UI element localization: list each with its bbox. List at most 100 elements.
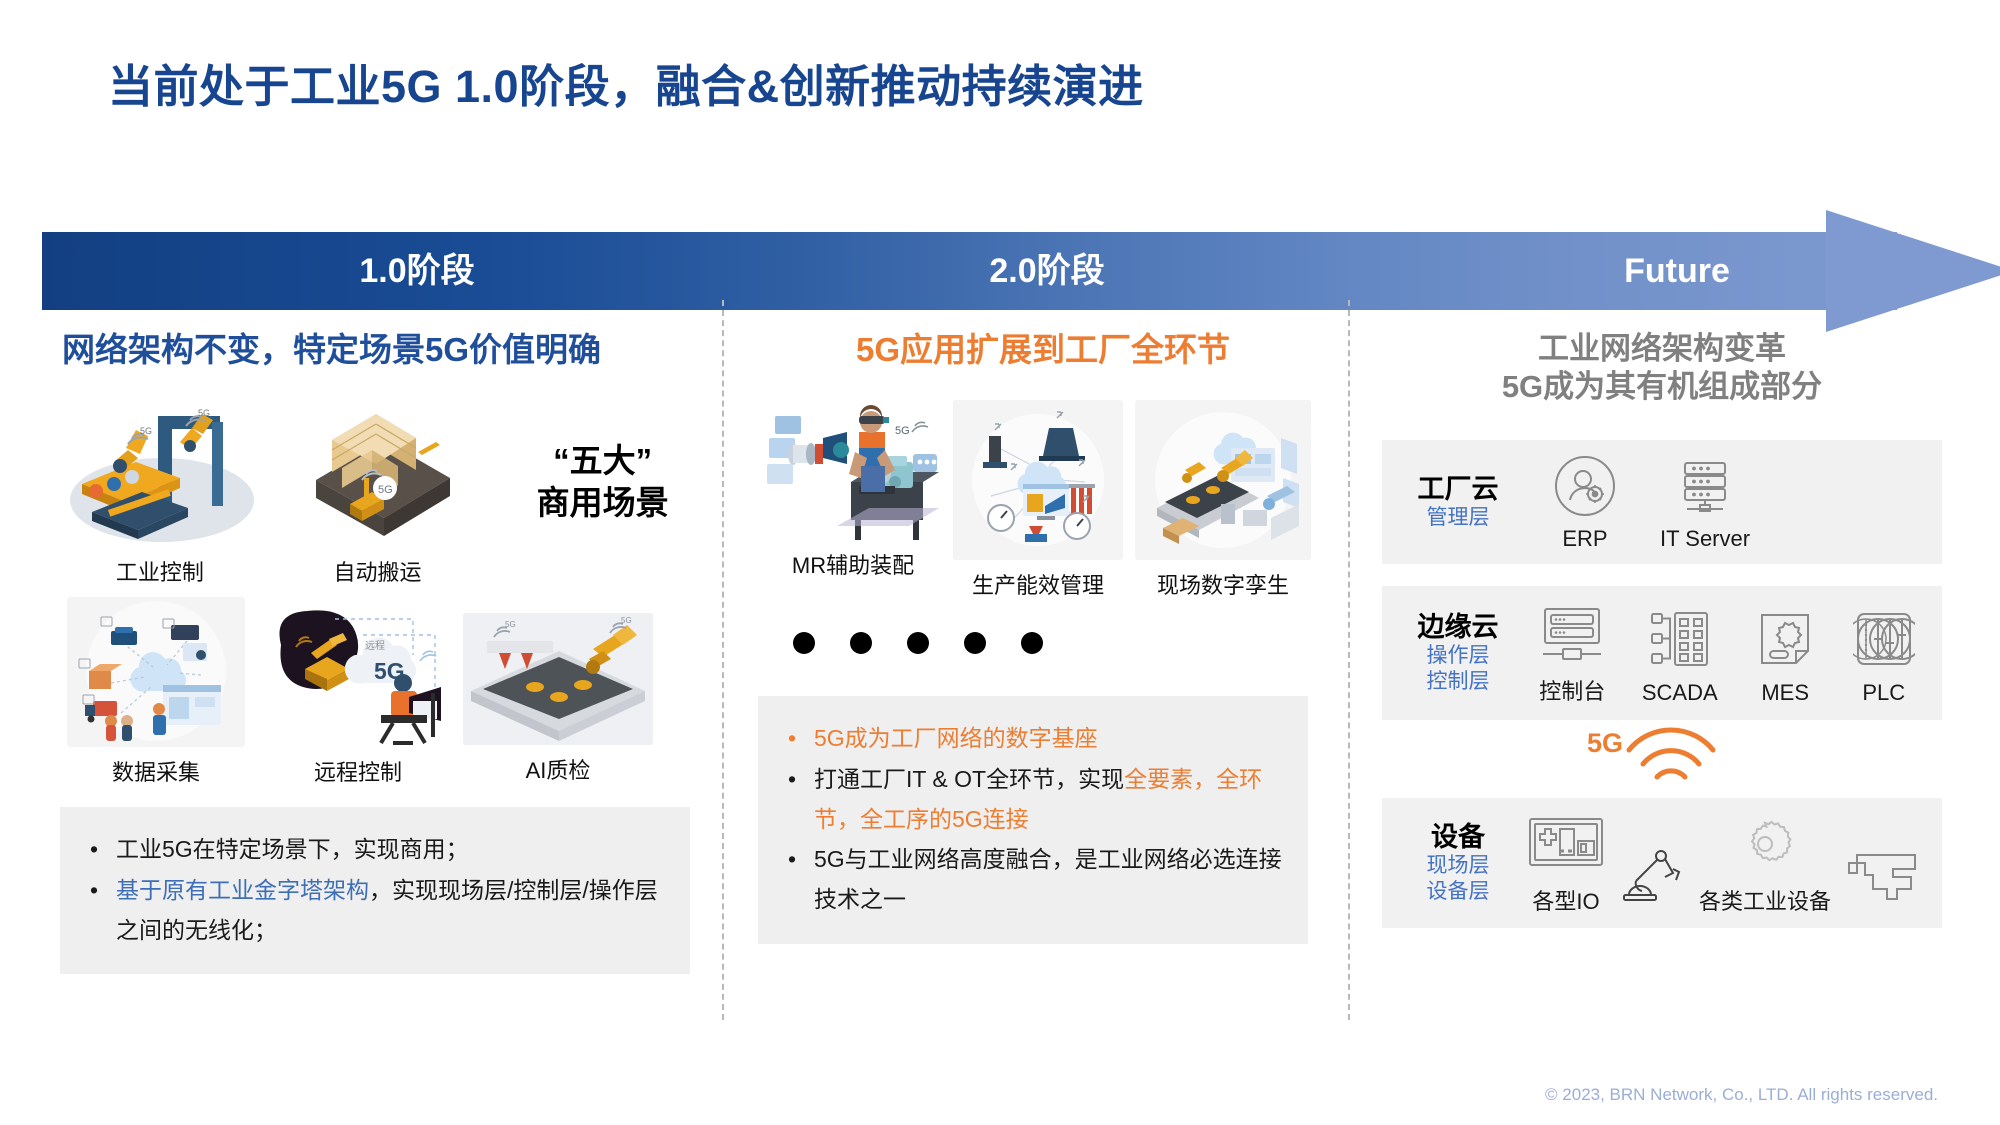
arch-item-label: ERP	[1562, 525, 1608, 551]
production-efficiency-art	[953, 400, 1123, 561]
5g-label: 5G	[1587, 727, 1624, 758]
column-separator-1	[722, 300, 724, 1020]
arch-item[interactable]: PLC	[1852, 606, 1915, 706]
scenario-tile[interactable]: 数据采集	[60, 597, 252, 787]
page-title: 当前处于工业5G 1.0阶段，融合&创新推动持续演进	[108, 61, 1144, 112]
scenario-tile[interactable]: 5G 5G AI质检	[460, 597, 656, 785]
progress-dots	[793, 632, 1328, 655]
layer-sublabel: 现场层	[1426, 854, 1490, 878]
scenario-caption: AI质检	[525, 758, 591, 784]
arch-item-label: 控制台	[1539, 678, 1606, 704]
bullet-item: • 5G成为工厂网络的数字基座	[776, 718, 1282, 758]
layer-name: 设备	[1431, 821, 1485, 852]
svg-text:5G: 5G	[140, 426, 152, 436]
arch-item[interactable]: 各类工业设备	[1699, 810, 1831, 916]
bullet-text-highlight: 基于原有工业金字塔架构	[116, 876, 369, 903]
plc-slider-icon	[1852, 606, 1915, 674]
arch-item[interactable]	[1619, 842, 1685, 916]
layer-label-group: 工厂云 管理层	[1404, 473, 1512, 531]
arch-item[interactable]: ERP	[1554, 452, 1616, 552]
scenario-caption: 工业控制	[115, 560, 204, 586]
data-collection-cloud-art	[67, 597, 245, 748]
svg-text:5G: 5G	[895, 425, 910, 437]
column-1-bullets: • 工业5G在特定场景下，实现商用； • 基于原有工业金字塔架构，实现现场层/控…	[60, 807, 690, 974]
scenario-caption: 数据采集	[111, 760, 200, 786]
svg-text:远程: 远程	[365, 640, 385, 652]
scenario-tile[interactable]: 5G 自动搬运	[278, 392, 478, 587]
architecture-layer-factory-cloud[interactable]: 工厂云 管理层 ERP IT Server	[1382, 439, 1942, 564]
scenario-caption: 远程控制	[313, 760, 402, 786]
remote-control-excavator-art: 5G 远程	[263, 597, 453, 747]
scenario-caption: MR辅助装配	[791, 553, 915, 579]
bullet-item: • 5G与工业网络高度融合，是工业网络必选连接技术之一	[776, 839, 1282, 920]
arch-item[interactable]: MES	[1754, 606, 1816, 706]
bullet-marker: •	[90, 876, 99, 903]
bullet-text-highlight: 5G成为工厂网络的数字基座	[814, 725, 1098, 752]
layer-sublabel: 管理层	[1426, 506, 1490, 530]
arch-item[interactable]	[1845, 842, 1923, 916]
wifi-signal-icon	[1623, 724, 1719, 788]
mr-assisted-assembly-art: 5G	[763, 400, 943, 541]
column-stage-2: 5G应用扩展到工厂全环节 5G MR辅助装配 生产能效管理 现场数字孪生 • 5…	[758, 330, 1328, 944]
timeline-stage-future[interactable]: Future	[1532, 232, 1822, 310]
bullet-text: 打通工厂IT & OT全环节，实现	[814, 765, 1125, 792]
scenario-tile[interactable]: 现场数字孪生	[1128, 400, 1318, 600]
progress-dot	[850, 632, 872, 655]
scenario-tile[interactable]: 5G 远程 远程控制	[260, 597, 456, 787]
svg-text:5G: 5G	[621, 616, 632, 625]
bullet-marker: •	[90, 836, 99, 863]
5g-connector: 5G	[1382, 720, 1942, 796]
column-1-heading: 网络架构不变，特定场景5G价值明确	[62, 331, 602, 368]
arch-item[interactable]: 控制台	[1539, 600, 1605, 706]
industrial-camera-icon	[1845, 842, 1923, 910]
timeline-stage-1[interactable]: 1.0阶段	[272, 232, 562, 310]
progress-dot	[793, 632, 815, 655]
robot-assembly-line-art: 5G 5G	[62, 392, 258, 547]
bullet-marker: •	[788, 725, 797, 752]
bullet-marker: •	[788, 765, 797, 792]
column-stage-1: 网络架构不变，特定场景5G价值明确 5G 5G 工业控制 5G 自动搬运 “五大…	[60, 330, 710, 974]
column-stage-future: 工业网络架构变革 5G成为其有机组成部分 工厂云 管理层 ERP IT Serv…	[1382, 330, 1942, 928]
column-3-heading: 工业网络架构变革 5G成为其有机组成部分	[1382, 330, 1942, 406]
scenario-caption: 自动搬运	[333, 560, 422, 586]
arch-item[interactable]: 各型IO	[1527, 810, 1605, 916]
digital-twin-art	[1135, 400, 1311, 561]
architecture-layer-edge-cloud[interactable]: 边缘云 操作层 控制层 控制台 SCADA MES PLC	[1382, 585, 1942, 720]
scenario-caption: 生产能效管理	[971, 573, 1104, 599]
scenario-tile[interactable]: 5G MR辅助装配	[758, 400, 948, 580]
scenario-caption: 现场数字孪生	[1156, 573, 1289, 599]
svg-text:5G: 5G	[378, 484, 393, 496]
architecture-layer-device[interactable]: 设备 现场层 设备层 各型IO 各类工业设备	[1382, 797, 1942, 928]
arch-item-label: SCADA	[1641, 679, 1718, 705]
server-rack-icon	[1660, 452, 1750, 520]
arch-item[interactable]: IT Server	[1660, 452, 1750, 552]
control-console-icon	[1539, 600, 1605, 668]
bullet-text: 工业5G在特定场景下，实现商用；	[116, 836, 469, 863]
layer-label-group: 边缘云 操作层 控制层	[1404, 611, 1512, 695]
progress-dot	[1021, 632, 1043, 655]
layer-name: 边缘云	[1417, 611, 1499, 642]
arch-item-label: PLC	[1862, 679, 1906, 705]
svg-text:5G: 5G	[505, 620, 516, 629]
scada-grid-icon	[1642, 606, 1718, 674]
column-3-heading-line-1: 工业网络架构变革	[1538, 331, 1786, 366]
progress-dot	[907, 632, 929, 655]
timeline-arrow: 1.0阶段 2.0阶段 Future	[42, 210, 2000, 332]
gear-wheel-icon	[1699, 810, 1831, 878]
svg-text:5G: 5G	[198, 408, 210, 418]
timeline-stage-2[interactable]: 2.0阶段	[902, 232, 1192, 310]
layer-sublabel: 设备层	[1426, 879, 1490, 903]
layer-sublabel: 操作层	[1426, 644, 1490, 668]
arch-item[interactable]: SCADA	[1642, 606, 1718, 706]
layer-sublabel: 控制层	[1426, 669, 1490, 693]
bullet-text: 5G与工业网络高度融合，是工业网络必选连接技术之一	[814, 846, 1282, 913]
arch-item-label: 各类工业设备	[1698, 888, 1831, 914]
slogan-line-1: “五大”	[553, 442, 653, 480]
erp-user-gear-icon	[1554, 452, 1616, 520]
scenario-tile[interactable]: 生产能效管理	[948, 400, 1128, 600]
robot-arm-icon	[1619, 842, 1685, 910]
bullet-item: • 基于原有工业金字塔架构，实现现场层/控制层/操作层之间的无线化；	[78, 870, 664, 951]
scenario-tile[interactable]: 5G 5G 工业控制	[60, 392, 260, 587]
column-3-heading-line-2: 5G成为其有机组成部分	[1501, 368, 1823, 404]
bullet-item: • 打通工厂IT & OT全环节，实现全要素，全环节，全工序的5G连接	[776, 759, 1282, 840]
